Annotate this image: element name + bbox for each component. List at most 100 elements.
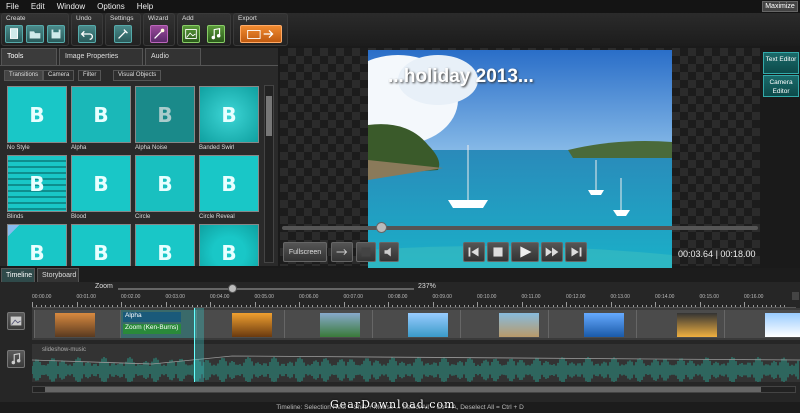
subtab-filter[interactable]: Filter xyxy=(78,70,102,81)
create-group: Create xyxy=(1,13,69,46)
subtab-camera[interactable]: Camera xyxy=(43,70,75,81)
transition-tile[interactable]: B xyxy=(199,155,259,212)
transition-tile[interactable]: B xyxy=(7,86,67,143)
camera-editor-button[interactable]: Camera Editor xyxy=(763,75,799,97)
ruler-tick xyxy=(686,305,688,307)
play-button[interactable] xyxy=(511,242,539,262)
ruler-tick xyxy=(36,305,38,307)
tab-image-properties[interactable]: Image Properties xyxy=(59,48,143,65)
export-button[interactable] xyxy=(240,25,282,43)
transition-tile[interactable]: B xyxy=(71,86,131,143)
transition-tile[interactable]: B xyxy=(199,86,259,143)
ruler-tick xyxy=(285,305,287,307)
previous-button[interactable] xyxy=(463,242,485,262)
transition-tile[interactable]: B xyxy=(7,155,67,212)
menu-file[interactable]: File xyxy=(0,2,25,11)
fullscreen-button[interactable]: Fullscreen xyxy=(283,242,327,262)
tab-storyboard[interactable]: Storyboard xyxy=(37,268,79,282)
ruler-tick xyxy=(623,305,625,307)
playhead[interactable] xyxy=(194,308,204,382)
ruler-tick xyxy=(681,305,683,307)
tab-timeline[interactable]: Timeline xyxy=(1,268,35,282)
ruler-tick xyxy=(441,305,443,307)
ruler-tick xyxy=(330,305,332,307)
transition-tile[interactable]: B xyxy=(135,224,195,266)
zoom-slider[interactable] xyxy=(118,288,414,290)
ruler-tick xyxy=(752,305,754,307)
ruler-tick xyxy=(214,305,216,307)
ruler-tick xyxy=(316,305,318,307)
tab-audio[interactable]: Audio xyxy=(145,48,201,65)
ruler-tick xyxy=(548,305,550,307)
text-editor-button[interactable]: Text Editor xyxy=(763,52,799,74)
slide-clip-selected[interactable]: Alpha Zoom (Ken-Burns) xyxy=(120,310,196,338)
menu-options[interactable]: Options xyxy=(91,2,131,11)
scrollbar-thumb[interactable] xyxy=(266,96,272,136)
slide-clip[interactable] xyxy=(372,310,460,338)
wizard-button[interactable] xyxy=(150,25,168,43)
clip-thumbnail xyxy=(499,313,539,337)
slide-clip[interactable] xyxy=(548,310,636,338)
stop-preview-button[interactable] xyxy=(356,242,376,262)
skip-forward-icon xyxy=(571,247,582,257)
vertical-scrollbar[interactable] xyxy=(264,85,274,263)
maximize-button[interactable]: Maximize xyxy=(762,1,798,12)
ruler-tick xyxy=(748,305,750,307)
transition-tile[interactable]: B xyxy=(71,155,131,212)
ruler-tick xyxy=(423,305,425,307)
create-group-label: Create xyxy=(6,15,26,22)
ruler-tick xyxy=(401,305,403,307)
ruler-tick xyxy=(610,302,612,307)
volume-button[interactable] xyxy=(379,242,399,262)
slide-clip[interactable] xyxy=(724,310,800,338)
transition-clip-label[interactable]: Alpha xyxy=(123,312,181,322)
transition-tile[interactable]: B xyxy=(7,224,67,266)
ruler-tick-label: 00:16.00 xyxy=(744,294,764,300)
menu-edit[interactable]: Edit xyxy=(25,2,51,11)
undo-icon xyxy=(80,30,93,40)
transitions-grid: B B B B No Style Alpha Alpha Noise Bande… xyxy=(5,84,261,266)
zoom-slider-knob[interactable] xyxy=(228,284,237,293)
seek-knob[interactable] xyxy=(376,222,387,233)
transition-tile[interactable]: B xyxy=(71,224,131,266)
add-image-button[interactable] xyxy=(182,25,200,43)
loop-button[interactable] xyxy=(331,242,353,262)
export-film-icon xyxy=(247,29,274,39)
subtab-transitions[interactable]: Transitions xyxy=(4,70,44,81)
menu-help[interactable]: Help xyxy=(131,2,159,11)
ruler-tick xyxy=(712,305,714,307)
slide-clip[interactable] xyxy=(34,310,120,338)
subtab-visual-objects[interactable]: Visual Objects xyxy=(113,70,162,81)
stop-button[interactable] xyxy=(487,242,509,262)
slide-clip[interactable] xyxy=(284,310,372,338)
add-music-button[interactable] xyxy=(207,25,225,43)
settings-group-label: Settings xyxy=(110,15,134,22)
ruler-tick xyxy=(499,305,501,307)
next-button[interactable] xyxy=(565,242,587,262)
playback-seek-bar[interactable] xyxy=(282,222,758,233)
slide-clip[interactable] xyxy=(460,310,548,338)
horizontal-scrollbar-thumb[interactable] xyxy=(45,387,761,392)
fast-forward-button[interactable] xyxy=(541,242,563,262)
ruler-tick xyxy=(534,305,536,307)
transition-tile[interactable]: B xyxy=(199,224,259,266)
time-ruler: 00:00.00 00:01.00 00:02.00 00:03.00 00:04.00… xyxy=(32,294,796,308)
camera-effect-label[interactable]: Zoom (Ken-Burns) xyxy=(123,324,181,334)
settings-button[interactable] xyxy=(114,25,132,43)
save-project-button[interactable] xyxy=(47,25,65,43)
slide-clip[interactable] xyxy=(636,310,724,338)
new-project-button[interactable] xyxy=(5,25,23,43)
transition-tile[interactable]: B xyxy=(135,86,195,143)
tab-tools[interactable]: Tools xyxy=(1,48,57,65)
horizontal-scrollbar[interactable] xyxy=(32,386,796,393)
transition-tile[interactable]: B xyxy=(135,155,195,212)
ruler-tick xyxy=(726,305,728,307)
menu-window[interactable]: Window xyxy=(51,2,91,11)
slide-clip[interactable] xyxy=(196,310,284,338)
audio-track[interactable]: slideshow-music xyxy=(32,344,800,382)
add-group-label: Add xyxy=(182,15,194,22)
ruler-tick xyxy=(414,305,416,307)
open-project-button[interactable] xyxy=(26,25,44,43)
ruler-tick xyxy=(561,305,563,307)
undo-button[interactable] xyxy=(78,25,96,43)
